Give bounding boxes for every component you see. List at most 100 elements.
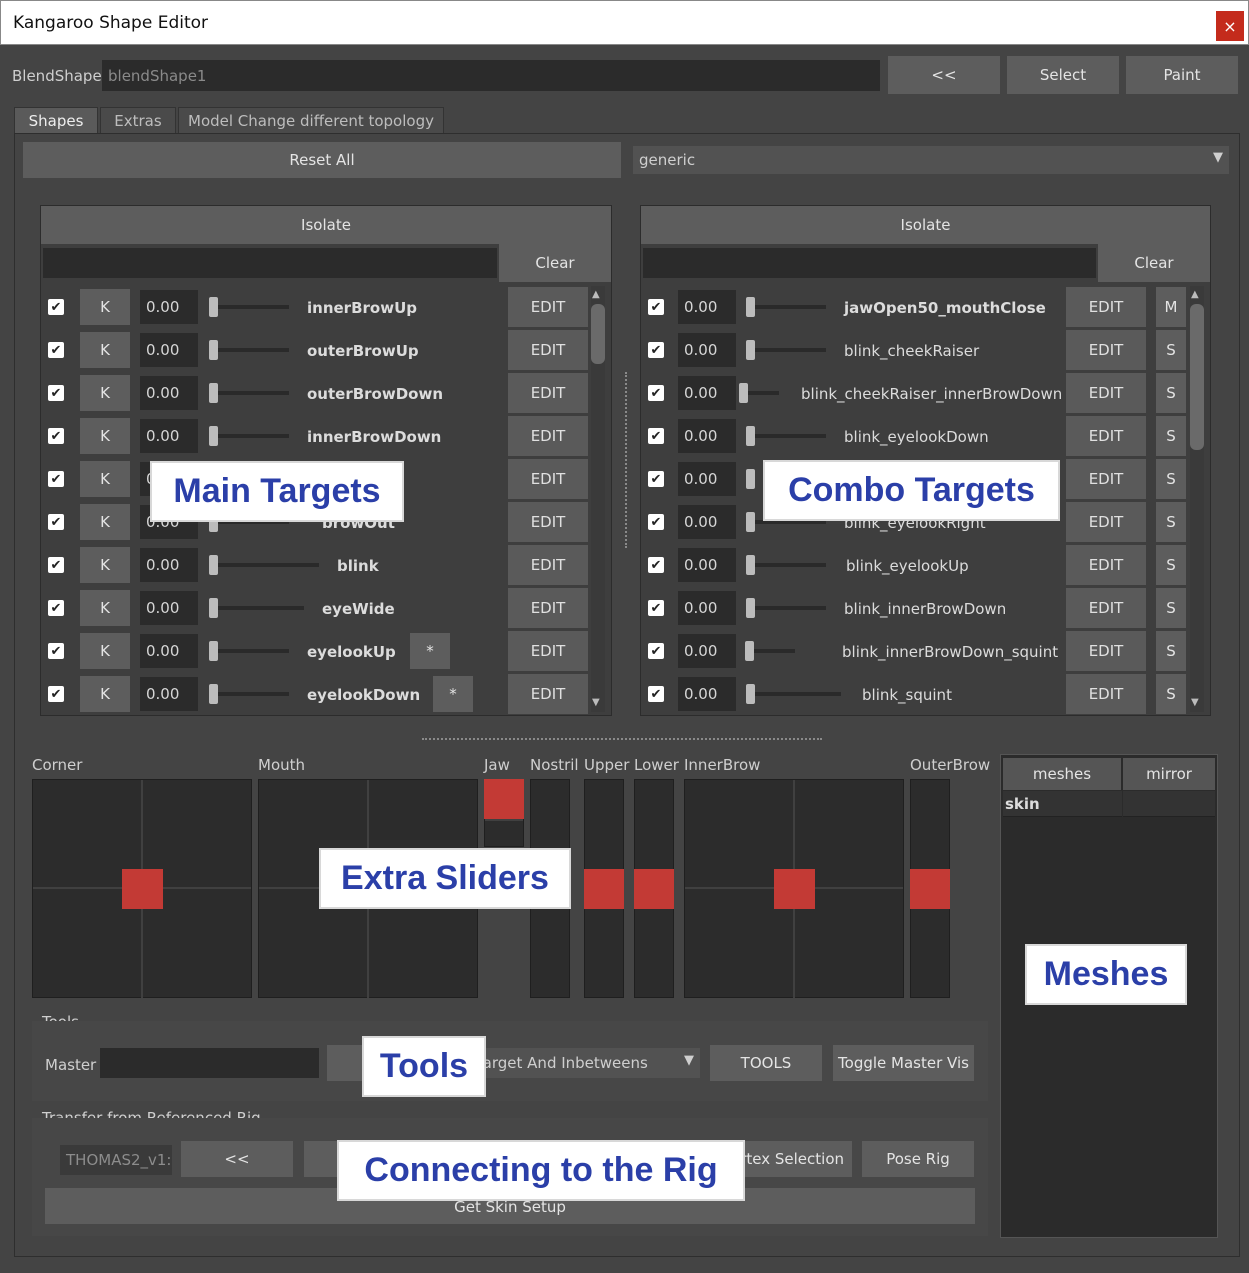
panel-splitter[interactable] [625, 372, 627, 548]
enable-checkbox[interactable]: ✔ [48, 686, 64, 702]
key-button[interactable]: K [80, 504, 130, 540]
key-button[interactable]: K [80, 332, 130, 368]
weight-field[interactable]: 0.00 [678, 462, 736, 496]
edit-button[interactable]: EDIT [508, 373, 588, 413]
main-target-row[interactable]: ✔ K 0.00 eyeWide EDIT [42, 588, 590, 628]
weight-field[interactable]: 0.00 [678, 419, 736, 453]
enable-checkbox[interactable]: ✔ [48, 385, 64, 401]
paint-button[interactable]: Paint [1126, 56, 1238, 94]
key-button[interactable]: K [80, 633, 130, 669]
main-scroll-thumb[interactable] [591, 304, 605, 364]
key-button[interactable]: K [80, 418, 130, 454]
combo-mode-button[interactable]: S [1156, 373, 1186, 413]
combo-target-row[interactable]: ✔ 0.00 blink_cheekRaiser EDIT S [642, 330, 1190, 370]
rig-namespace-field[interactable]: THOMAS2_v1: [60, 1145, 172, 1175]
enable-checkbox[interactable]: ✔ [648, 428, 664, 444]
key-button[interactable]: K [80, 590, 130, 626]
enable-checkbox[interactable]: ✔ [648, 557, 664, 573]
weight-field[interactable]: 0.00 [678, 591, 736, 625]
weight-slider-handle[interactable] [745, 641, 754, 661]
weight-field[interactable]: 0.00 [140, 290, 198, 324]
edit-button[interactable]: EDIT [1066, 373, 1146, 413]
main-search-input[interactable] [43, 248, 497, 278]
edit-button[interactable]: EDIT [1066, 459, 1146, 499]
weight-field[interactable]: 0.00 [140, 376, 198, 410]
weight-field[interactable]: 0.00 [678, 333, 736, 367]
combo-mode-button[interactable]: S [1156, 631, 1186, 671]
weight-slider-handle[interactable] [739, 383, 748, 403]
weight-slider-handle[interactable] [209, 555, 218, 575]
mesh-row[interactable]: skin [1003, 791, 1122, 817]
select-button[interactable]: Select [1007, 56, 1119, 94]
prev-button[interactable]: << [888, 56, 1000, 94]
combo-mode-button[interactable]: S [1156, 674, 1186, 714]
inbetween-button[interactable]: * [410, 633, 450, 669]
weight-field[interactable]: 0.00 [678, 376, 736, 410]
combo-scroll-thumb[interactable] [1190, 304, 1204, 450]
weight-slider[interactable] [209, 649, 289, 653]
weight-field[interactable]: 0.00 [678, 677, 736, 711]
filter-dropdown[interactable]: generic ▼ [633, 146, 1229, 174]
target-mode-dropdown[interactable]: Target And Inbetweens ▼ [470, 1048, 700, 1078]
weight-slider-handle[interactable] [746, 684, 755, 704]
jaw-slider-handle[interactable] [484, 779, 524, 819]
edit-button[interactable]: EDIT [508, 674, 588, 714]
tab-extras[interactable]: Extras [100, 107, 176, 133]
combo-clear-button[interactable]: Clear [1098, 244, 1210, 282]
combo-mode-button[interactable]: M [1156, 287, 1186, 327]
combo-mode-button[interactable]: S [1156, 502, 1186, 542]
key-button[interactable]: K [80, 547, 130, 583]
weight-slider[interactable] [746, 563, 826, 567]
edit-button[interactable]: EDIT [1066, 287, 1146, 327]
edit-button[interactable]: EDIT [508, 545, 588, 585]
combo-mode-button[interactable]: S [1156, 588, 1186, 628]
mirror-column-header[interactable]: mirror [1123, 758, 1215, 790]
weight-slider-handle[interactable] [746, 469, 755, 489]
weight-slider[interactable] [746, 348, 826, 352]
edit-button[interactable]: EDIT [508, 459, 588, 499]
key-button[interactable]: K [80, 676, 130, 712]
tab-shapes[interactable]: Shapes [14, 107, 98, 133]
scroll-down-icon[interactable]: ▼ [1191, 697, 1199, 708]
edit-button[interactable]: EDIT [1066, 674, 1146, 714]
weight-slider-handle[interactable] [746, 555, 755, 575]
transfer-prev-button[interactable]: << [181, 1141, 293, 1177]
enable-checkbox[interactable]: ✔ [48, 514, 64, 530]
toggle-master-vis-button[interactable]: Toggle Master Vis [833, 1045, 974, 1081]
corner-slider-handle[interactable] [122, 869, 163, 909]
scroll-up-icon[interactable]: ▲ [1191, 289, 1199, 300]
key-button[interactable]: K [80, 375, 130, 411]
enable-checkbox[interactable]: ✔ [48, 428, 64, 444]
edit-button[interactable]: EDIT [508, 287, 588, 327]
main-target-row[interactable]: ✔ K 0.00 outerBrowUp EDIT [42, 330, 590, 370]
weight-slider[interactable] [209, 305, 289, 309]
enable-checkbox[interactable]: ✔ [648, 342, 664, 358]
weight-slider[interactable] [746, 305, 826, 309]
upper-slider-handle[interactable] [584, 869, 624, 909]
main-target-row[interactable]: ✔ K 0.00 innerBrowUp EDIT [42, 287, 590, 327]
weight-field[interactable]: 0.00 [678, 634, 736, 668]
weight-slider[interactable] [746, 606, 826, 610]
edit-button[interactable]: EDIT [508, 330, 588, 370]
enable-checkbox[interactable]: ✔ [48, 471, 64, 487]
combo-isolate-button[interactable]: Isolate [641, 206, 1210, 244]
weight-slider[interactable] [746, 692, 841, 696]
edit-button[interactable]: EDIT [1066, 502, 1146, 542]
combo-mode-button[interactable]: S [1156, 330, 1186, 370]
weight-field[interactable]: 0.00 [140, 634, 198, 668]
combo-target-row[interactable]: ✔ 0.00 blink_eyelookDown EDIT S [642, 416, 1190, 456]
weight-slider[interactable] [209, 563, 319, 567]
weight-slider-handle[interactable] [209, 340, 218, 360]
weight-slider-handle[interactable] [746, 512, 755, 532]
edit-button[interactable]: EDIT [1066, 631, 1146, 671]
combo-target-row[interactable]: ✔ 0.00 blink_eyelookUp EDIT S [642, 545, 1190, 585]
weight-field[interactable]: 0.00 [140, 548, 198, 582]
pose-rig-button[interactable]: Pose Rig [862, 1141, 974, 1177]
edit-button[interactable]: EDIT [508, 588, 588, 628]
combo-search-input[interactable] [643, 248, 1096, 278]
weight-slider-handle[interactable] [209, 297, 218, 317]
weight-field[interactable]: 0.00 [678, 290, 736, 324]
lower-slider-handle[interactable] [634, 869, 674, 909]
reset-all-button[interactable]: Reset All [23, 142, 621, 178]
weight-slider-handle[interactable] [209, 383, 218, 403]
